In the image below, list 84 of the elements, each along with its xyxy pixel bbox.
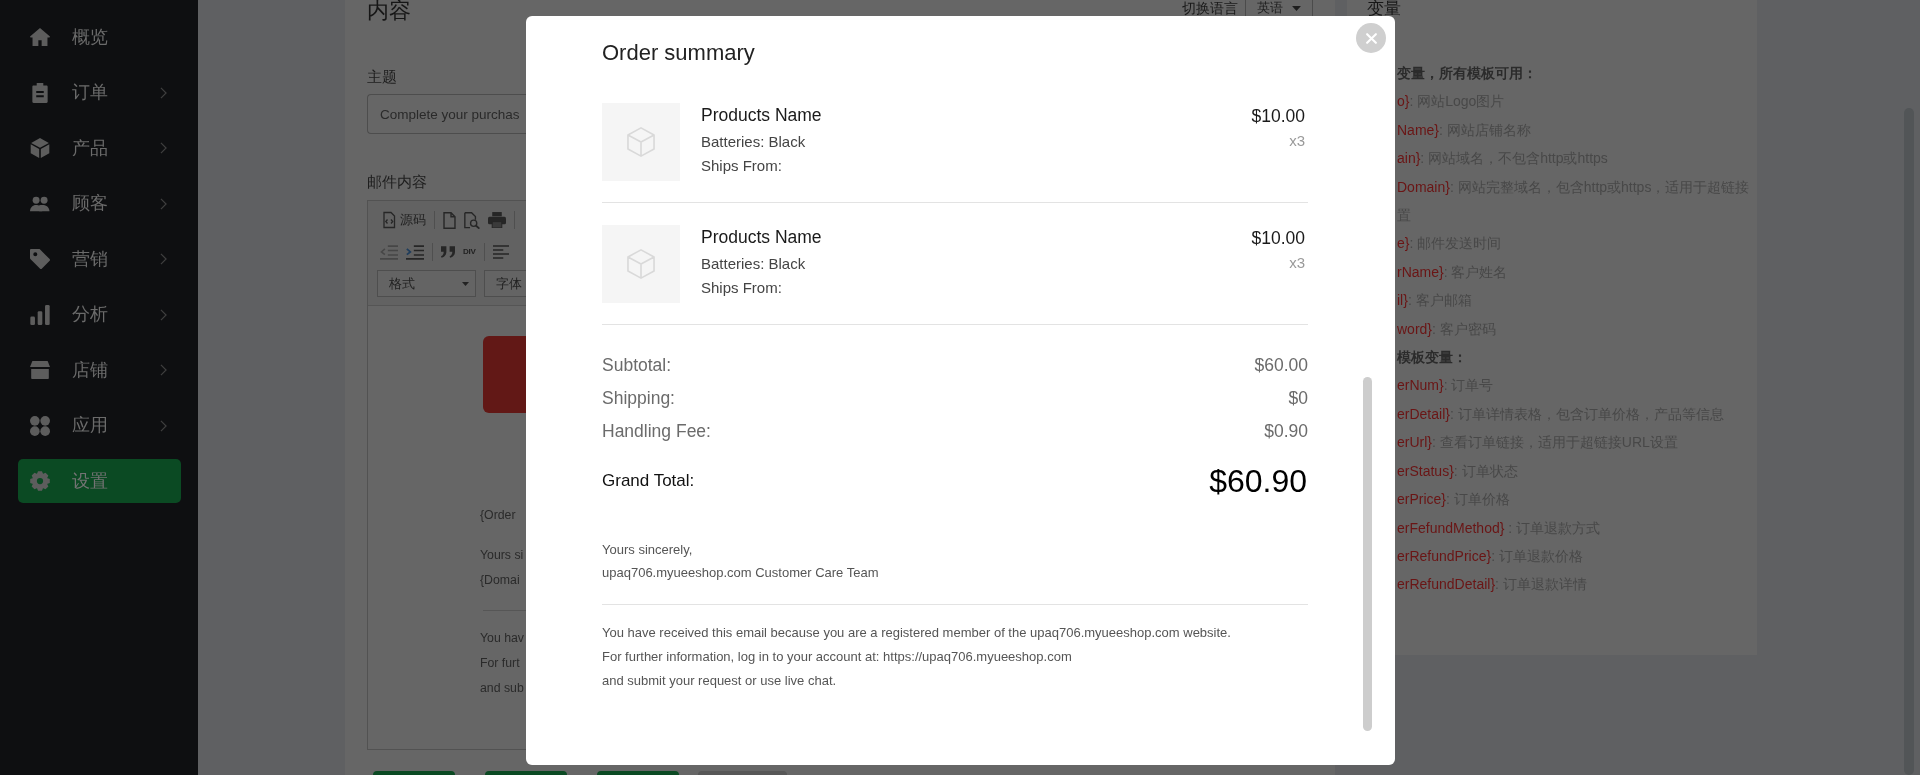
product-attribute: Ships From:: [701, 278, 783, 298]
chevron-icon: [160, 253, 167, 265]
chevron-icon: [160, 419, 167, 432]
sidebar-item[interactable]: 店铺: [18, 348, 181, 392]
account-link[interactable]: https://upaq706.myueeshop.com: [883, 649, 1072, 664]
product-attribute: Batteries: Black: [701, 254, 807, 274]
sidebar-item[interactable]: 设置: [18, 459, 181, 503]
summary-value: $60.00: [1254, 354, 1308, 377]
product-name: Products Name: [701, 104, 822, 126]
quote-icon[interactable]: [441, 246, 455, 258]
caret-icon: [462, 281, 469, 286]
document-search-icon[interactable]: [464, 211, 480, 229]
footer-text: You have received this email because you are a registered member of the upaq706.myueeshop.com website.: [602, 624, 1232, 642]
product-quantity: x3: [1288, 253, 1305, 273]
product-price: $10.00: [1251, 227, 1305, 249]
cube-icon: [627, 127, 655, 157]
action-button[interactable]: [597, 771, 679, 775]
footer-text: and submit your request or use live chat.: [602, 672, 838, 690]
sidebar-item[interactable]: 订单: [18, 70, 181, 115]
section-title: 变量: [1367, 0, 1402, 17]
editor-text: For furt: [480, 655, 521, 672]
chevron-icon: [160, 364, 167, 376]
editor-text: and sub: [480, 680, 525, 697]
settings-icon: [30, 471, 50, 491]
grand-total-value: $60.90: [1209, 462, 1308, 501]
subject-input[interactable]: Complete your purchas: [367, 94, 526, 134]
store-icon: [30, 360, 50, 380]
chevron-icon: [160, 142, 167, 154]
chevron-icon: [160, 308, 167, 321]
product-name: Products Name: [701, 226, 822, 248]
sidebar-item[interactable]: 应用: [18, 403, 181, 448]
action-button[interactable]: [485, 771, 567, 775]
close-icon: [1365, 32, 1377, 44]
language-label: 切换语言: [1182, 0, 1238, 16]
product-price: $10.00: [1251, 105, 1305, 127]
editor-text: {Order: [480, 507, 517, 524]
home-icon: [30, 27, 50, 47]
bar-chart-icon: [30, 304, 50, 325]
variables-heading: 模板变量：: [1397, 348, 1468, 368]
product-quantity: x3: [1288, 131, 1305, 151]
summary-value: $0.90: [1264, 420, 1308, 443]
printer-icon[interactable]: [488, 212, 506, 228]
dialog-title: Order summary: [602, 40, 756, 66]
editor-text: Yours si: [480, 547, 525, 564]
code-document-icon: [380, 211, 398, 229]
cube-icon: [30, 138, 50, 158]
chevron-icon: [160, 86, 167, 99]
sidebar-item[interactable]: 产品: [18, 126, 181, 170]
sidebar-item[interactable]: 顾客: [18, 181, 181, 226]
caret-icon: [1292, 5, 1301, 11]
scrollbar-thumb[interactable]: [1363, 377, 1372, 731]
format-select[interactable]: 格式: [377, 270, 476, 297]
indent-icon[interactable]: [406, 244, 424, 260]
grand-total-label: Grand Total:: [602, 470, 695, 493]
editor-text: You hav: [480, 630, 525, 647]
product-attribute: Ships From:: [701, 156, 783, 176]
align-left-icon[interactable]: [492, 245, 509, 259]
variables-heading: 变量，所有模板可用：: [1397, 64, 1538, 83]
body-label: 邮件内容: [367, 172, 427, 192]
summary-label: Shipping:: [602, 387, 675, 410]
product-attribute: Batteries: Black: [701, 132, 807, 152]
tag-icon: [30, 249, 50, 269]
div-button[interactable]: DIV: [463, 248, 476, 256]
summary-value: $0: [1288, 387, 1308, 410]
subject-label: 主题: [367, 67, 397, 87]
source-button[interactable]: 源码: [380, 210, 426, 230]
sidebar-item[interactable]: 概览: [18, 15, 181, 59]
summary-label: Subtotal:: [602, 354, 672, 377]
section-title: 内容: [367, 0, 411, 22]
summary-label: Handling Fee:: [602, 420, 711, 443]
signature-text: Yours sincerely,: [602, 541, 694, 559]
document-icon[interactable]: [443, 211, 456, 229]
signature-text: upaq706.myueeshop.com Customer Care Team: [602, 564, 880, 582]
sidebar-item[interactable]: 分析: [18, 292, 181, 337]
sidebar-item[interactable]: 营销: [18, 237, 181, 281]
font-select[interactable]: 字体: [484, 270, 526, 297]
clipboard-icon: [30, 82, 50, 103]
grid-icon: [30, 415, 50, 436]
chevron-icon: [160, 197, 167, 210]
cube-icon: [627, 249, 655, 279]
action-button[interactable]: [373, 771, 455, 775]
editor-text: {Domai: [480, 572, 521, 589]
footer-text: For further information, log in to your account at: https://upaq706.myueeshop.com: [602, 648, 1073, 666]
close-button[interactable]: [1356, 23, 1386, 53]
